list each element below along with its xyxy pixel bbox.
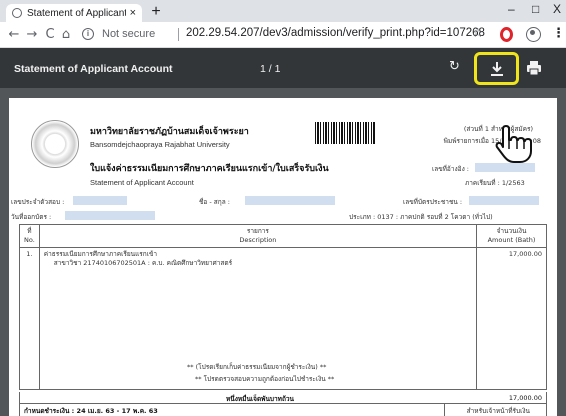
star-icon[interactable]: ☆ (472, 26, 484, 42)
applicant-type-label: ประเภท : 0137 : ภาคปกติ รอบที่ 2 โควตา (… (349, 213, 493, 221)
header-no: ที่ No. (19, 224, 40, 248)
security-label: Not secure (102, 28, 156, 40)
favicon-icon (12, 8, 22, 18)
browser-toolbar: ← → C ⌂ i Not secure 202.29.54.207/dev3/… (0, 22, 566, 48)
name-redaction (245, 196, 335, 205)
applicant-id-redaction (73, 196, 127, 205)
issue-date-label: วันที่ออกบัตร : (11, 213, 52, 221)
tab-title: Statement of Applicant Account (27, 7, 126, 19)
note-verify: ** โปรดตรวจสอบความถูกต้องก่อนไปชำระเงิน … (195, 375, 335, 383)
pdf-viewer: Statement of Applicant Account 1 / 1 ↻ ม… (0, 48, 566, 416)
url-text[interactable]: 202.29.54.207/dev3/admission/verify_prin… (186, 27, 485, 39)
header-no-en: No. (24, 236, 35, 244)
citizen-id-label: เลขที่บัตรประชาชน : (403, 198, 463, 206)
pdf-toolbar: Statement of Applicant Account 1 / 1 ↻ (0, 48, 566, 88)
back-icon[interactable]: ← (6, 27, 22, 43)
row-line-2: สาขาวิชา 21740106702501A : ค.บ. คณิตศึกษ… (53, 259, 233, 267)
document-title-th: ใบแจ้งค่าธรรมเนียมการศึกษาภาคเรียนแรกเข้… (90, 164, 329, 174)
issue-date-redaction (65, 211, 155, 220)
row-amount: 17,000.00 (476, 247, 547, 390)
address-bar[interactable]: i Not secure 202.29.54.207/dev3/admissio… (80, 25, 485, 45)
name-label: ชื่อ - สกุล : (199, 198, 230, 206)
row-no: 1. (19, 247, 40, 390)
opera-icon[interactable] (500, 27, 513, 42)
row-line-1: ค่าธรรมเนียมการศึกษาภาคเรียนแรกเข้า (43, 250, 158, 258)
home-icon[interactable]: ⌂ (58, 27, 74, 43)
page-indicator: 1 / 1 (260, 63, 281, 75)
header-amt-en: Amount (Bath) (487, 236, 536, 244)
tab-close-icon[interactable]: × (130, 7, 136, 19)
university-name-en: Bansomdejchaopraya Rajabhat University (90, 140, 230, 149)
header-desc-th: รายการ (246, 227, 269, 235)
account-icon[interactable] (526, 27, 541, 42)
header-amt-th: จำนวนเงิน (496, 227, 527, 235)
reference-label: เลขที่อ้างอิง : (432, 165, 469, 173)
header-desc-en: Description (239, 236, 277, 244)
applicant-id-label: เลขประจำตัวสอบ : (11, 198, 65, 206)
payment-period-row: กำหนดชำระเงิน : 24 เม.ย. 63 - 17 พ.ค. 63… (19, 404, 547, 416)
rotate-icon[interactable]: ↻ (449, 59, 460, 75)
document-title-en: Statement of Applicant Account (90, 178, 194, 187)
reload-icon[interactable]: C (42, 27, 58, 43)
total-amount: 17,000.00 (508, 394, 542, 402)
browser-tab-strip: Statement of Applicant Account × + – □ X (0, 0, 566, 22)
payment-period: กำหนดชำระเงิน : 24 เม.ย. 63 - 17 พ.ค. 63 (24, 407, 158, 415)
download-icon (491, 62, 503, 76)
pdf-page: มหาวิทยาลัยราชภัฏบ้านสมเด็จเจ้าพระยา Ban… (9, 98, 557, 416)
minimize-button[interactable]: – (508, 2, 515, 16)
close-window-button[interactable]: X (553, 2, 561, 16)
address-divider (178, 28, 179, 41)
term-label: ภาคเรียนที่ : 1/2563 (465, 179, 525, 187)
university-seal (31, 120, 79, 168)
new-tab-button[interactable]: + (148, 4, 164, 20)
restore-button[interactable]: □ (532, 2, 539, 16)
header-description: รายการ Description (38, 224, 478, 248)
reference-redaction (475, 163, 535, 172)
print-icon[interactable] (526, 60, 542, 76)
column-divider (444, 404, 445, 416)
note-collect-fee: ** (โปรดเรียกเก็บค่าธรรมเนียมจากผู้ชำระเ… (187, 363, 327, 371)
forward-icon[interactable]: → (24, 27, 40, 43)
fee-table-header: ที่ No. รายการ Description จำนวนเงิน Amo… (19, 224, 547, 248)
barcode (315, 122, 375, 144)
university-name-th: มหาวิทยาลัยราชภัฏบ้านสมเด็จเจ้าพระยา (90, 127, 249, 137)
total-row: หนึ่งหมื่นเจ็ดพันบาทถ้วน 17,000.00 (19, 392, 547, 404)
total-in-words: หนึ่งหมื่นเจ็ดพันบาทถ้วน (226, 395, 294, 403)
header-no-th: ที่ (27, 227, 32, 235)
hand-cursor-icon (495, 125, 532, 163)
browser-tab[interactable]: Statement of Applicant Account × (6, 4, 142, 22)
info-icon[interactable]: i (82, 28, 94, 40)
header-amount: จำนวนเงิน Amount (Bath) (476, 224, 547, 248)
bank-officer-label: สำหรับเจ้าหน้าที่รับเงิน (466, 407, 530, 415)
pdf-title: Statement of Applicant Account (14, 63, 173, 75)
download-button[interactable] (474, 52, 519, 85)
citizen-id-redaction (469, 196, 539, 205)
menu-icon[interactable]: ⋮ (552, 26, 565, 42)
